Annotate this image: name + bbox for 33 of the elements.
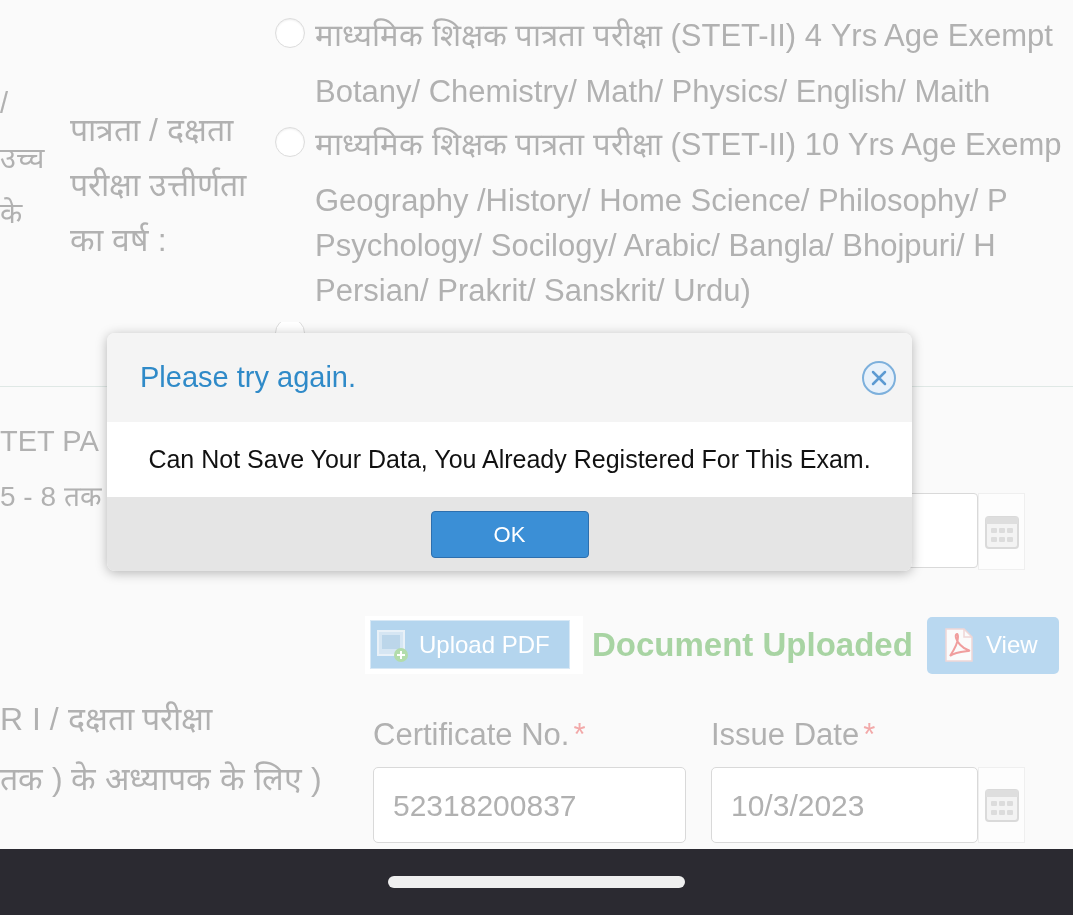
view-button[interactable]: View [927,616,1059,674]
category-label: R I / दक्षता परीक्षा तक ) के अध्यापक के लिए ) [0,700,322,799]
required-mark: * [573,716,586,754]
dialog-title: Please try again. [140,359,356,395]
date-input-field[interactable]: 10/3/2023 [711,767,978,843]
dialog-message: Can Not Save Your Data, You Already Registered For This Exam. [148,443,871,475]
calendar-button[interactable] [978,493,1025,570]
calendar-icon [984,788,1019,822]
close-button[interactable] [861,359,897,396]
option-label: माध्यमिक शिक्षक पात्रता परीक्षा (STET-II) 4 Yrs Age Exempt [315,17,1053,55]
upload-pdf-button[interactable]: Upload PDF [370,620,570,669]
radio-button[interactable] [275,127,305,157]
image-plus-icon [377,627,409,662]
calendar-button[interactable] [978,767,1025,843]
option-description: Geography /History/ Home Science/ Philosophy/ P Psychology/ Socilogy/ Arabic/ Bangla/ Bhojpuri/ H Persian/ Prakrit/ Sanskrit/ Urdu) [315,182,1008,310]
pdf-file-icon [944,628,974,662]
radio-button[interactable] [275,18,305,48]
upload-status-text: Document Uploaded [592,625,913,666]
class-range-text: 5 - 8 तक [0,480,102,514]
ok-button[interactable]: OK [430,510,589,558]
field-label: पात्रता / दक्षता परीक्षा उत्तीर्णता का वर्ष : [70,111,246,260]
option-label: माध्यमिक शिक्षक पात्रता परीक्षा (STET-II) 10 Yrs Age Exemp [315,126,1062,164]
field-label: Certificate No. [373,716,570,754]
field-label: Issue Date [711,716,860,754]
radio-button[interactable] [275,322,305,333]
text-input-field[interactable]: 52318200837 [373,767,686,843]
option-description: Botany/ Chemistry/ Math/ Physics/ English/ Maith [315,73,991,111]
calendar-icon [984,514,1019,549]
required-mark: * [863,716,876,754]
label-text-fragment: / उच्च के [0,86,44,231]
home-indicator[interactable] [388,876,685,888]
close-icon [861,359,897,396]
section-heading: TET PA [0,424,99,459]
